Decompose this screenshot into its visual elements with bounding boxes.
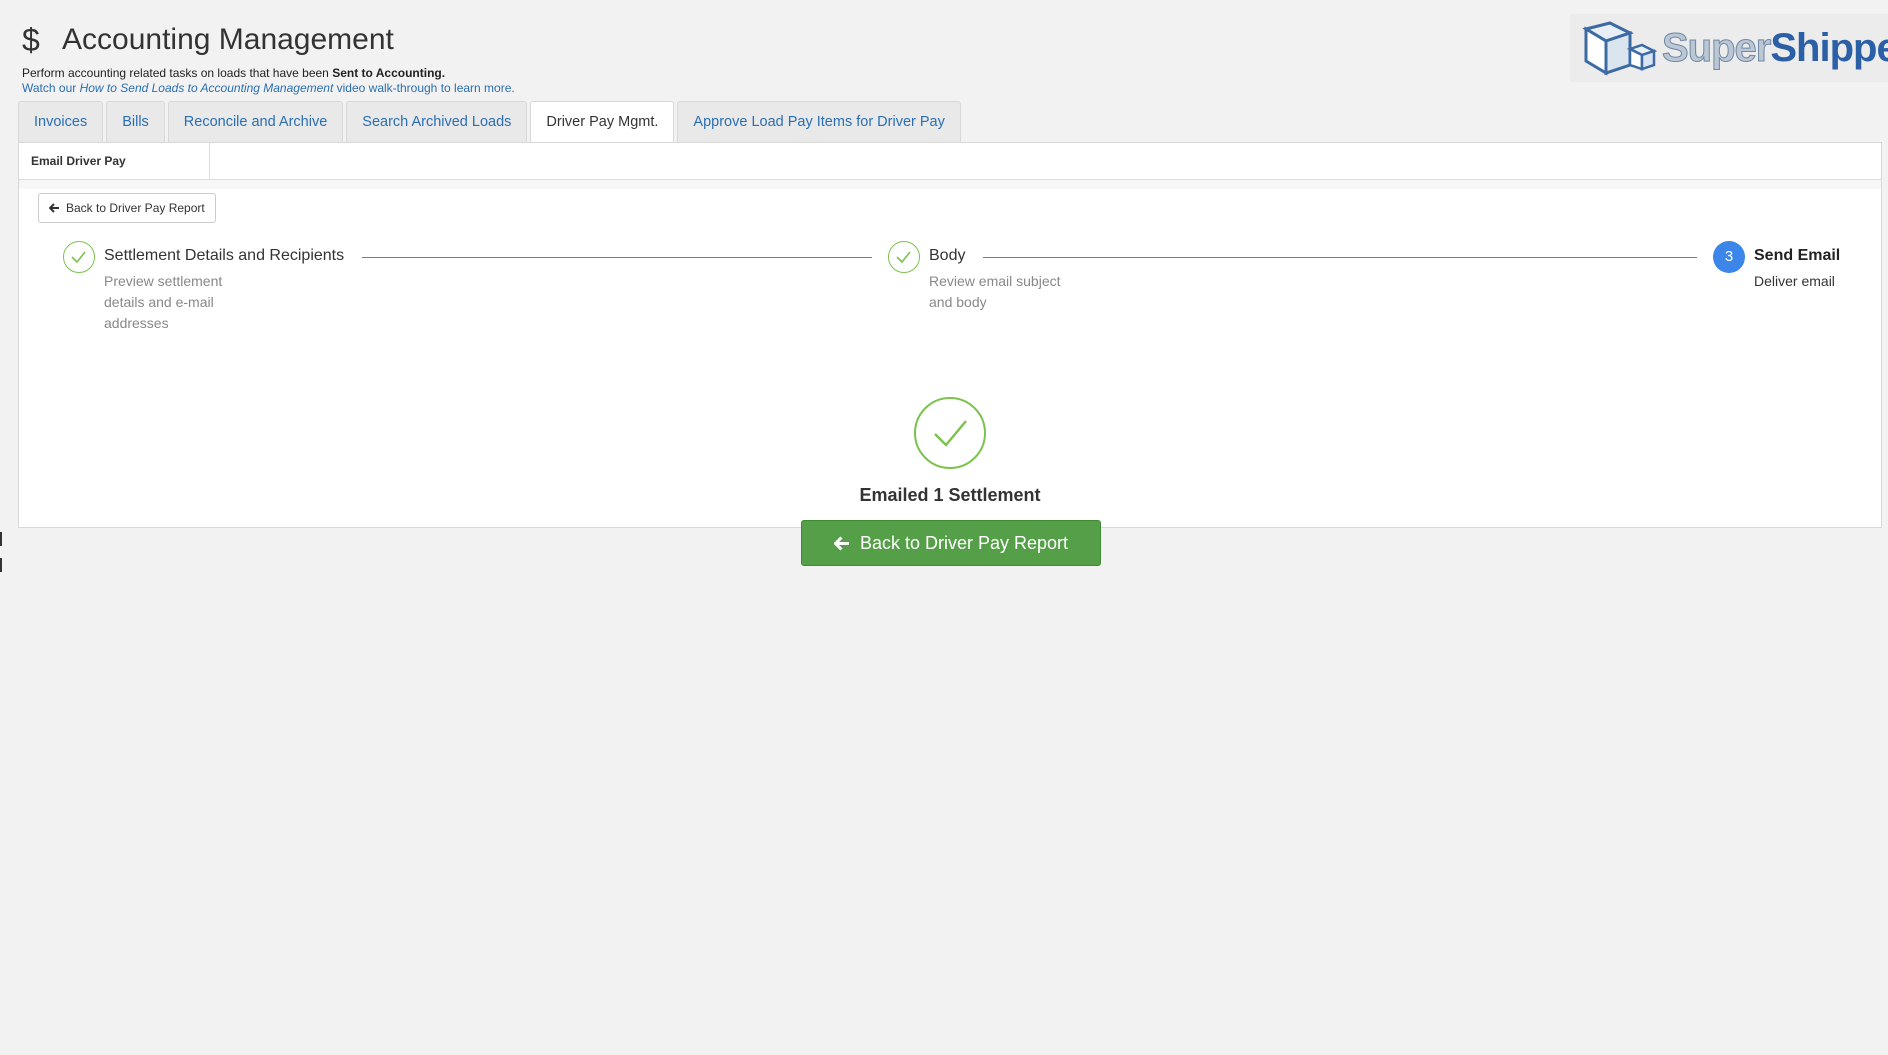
step-connector bbox=[983, 257, 1697, 258]
page-header: $ Accounting Management Perform accounti… bbox=[22, 18, 515, 96]
left-edge-mark bbox=[0, 532, 2, 546]
step-1-title: Settlement Details and Recipients bbox=[104, 247, 345, 264]
step-2-desc-line: Review email subject bbox=[929, 273, 1061, 289]
wizard-area: Back to Driver Pay Report Settlement Det… bbox=[19, 189, 1881, 566]
tab-search-archived[interactable]: Search Archived Loads bbox=[346, 101, 528, 142]
main-tabs: Invoices Bills Reconcile and Archive Sea… bbox=[18, 101, 964, 143]
tab-approve-load-pay[interactable]: Approve Load Pay Items for Driver Pay bbox=[677, 101, 961, 142]
step-3-description: Deliver email bbox=[1754, 271, 1835, 292]
help-prefix: Watch our bbox=[22, 81, 80, 95]
help-line: Watch our How to Send Loads to Accountin… bbox=[22, 81, 515, 95]
subtab-email-settlements[interactable]: Email Driver Pay Settlements bbox=[19, 143, 210, 204]
step-2-desc-line: and body bbox=[929, 294, 987, 310]
subtitle-bold: Sent to Accounting. bbox=[332, 66, 446, 80]
help-suffix: video walk-through to learn more. bbox=[333, 81, 515, 95]
logo-wordmark: SuperShippers bbox=[1661, 25, 1888, 71]
back-button-label: Back to Driver Pay Report bbox=[66, 201, 205, 215]
step-3-number-badge: 3 bbox=[1713, 241, 1745, 273]
subtab-bar: Email Driver Pay Settlements bbox=[19, 143, 1881, 204]
supershippers-logo: SuperShippers bbox=[1570, 14, 1888, 82]
success-check-icon bbox=[914, 397, 986, 469]
step-1-check-icon bbox=[63, 241, 95, 273]
tab-reconcile-archive[interactable]: Reconcile and Archive bbox=[167, 101, 344, 142]
arrow-left-icon bbox=[833, 535, 849, 551]
step-1-desc-line: details and e-mail bbox=[104, 294, 214, 310]
tab-driver-pay-mgmt[interactable]: Driver Pay Mgmt. bbox=[530, 101, 675, 143]
page-title: Accounting Management bbox=[62, 23, 394, 56]
dollar-icon: $ bbox=[22, 21, 40, 58]
help-video-link[interactable]: How to Send Loads to Accounting Manageme… bbox=[80, 81, 334, 95]
step-3-desc-line: Deliver email bbox=[1754, 273, 1835, 289]
logo-super: Super bbox=[1661, 25, 1771, 70]
result-message: Emailed 1 Settlement bbox=[859, 485, 1041, 505]
arrow-left-icon bbox=[49, 203, 59, 213]
big-back-button-label: Back to Driver Pay Report bbox=[859, 532, 1069, 553]
step-1-desc-line: Preview settlement bbox=[104, 273, 223, 289]
step-3-title: Send Email bbox=[1754, 247, 1841, 264]
step-1-description: Preview settlement details and e-mail ad… bbox=[104, 271, 222, 334]
step-2-check-icon bbox=[888, 241, 920, 273]
step-2-description: Review email subject and body bbox=[929, 271, 1061, 313]
subtitle-text: Perform accounting related tasks on load… bbox=[22, 66, 333, 80]
back-to-report-button[interactable]: Back to Driver Pay Report bbox=[38, 193, 216, 223]
tab-invoices[interactable]: Invoices bbox=[18, 101, 104, 142]
box-logo-icon bbox=[1582, 21, 1658, 76]
back-to-driver-pay-report-button[interactable]: Back to Driver Pay Report bbox=[801, 520, 1101, 566]
panel-gap bbox=[19, 180, 1881, 189]
step-connector bbox=[362, 257, 872, 258]
tab-bills[interactable]: Bills bbox=[106, 101, 165, 142]
page: $ Accounting Management Perform accounti… bbox=[0, 0, 1888, 1055]
logo-shippers: Shippers bbox=[1770, 25, 1888, 70]
content-panel: Email Driver Pay Settlements Back to Dri… bbox=[18, 142, 1882, 566]
step-1-desc-line: addresses bbox=[104, 315, 169, 331]
left-edge-mark bbox=[0, 558, 2, 572]
page-subtitle: Perform accounting related tasks on load… bbox=[22, 66, 515, 80]
step-2-title: Body bbox=[929, 247, 966, 264]
